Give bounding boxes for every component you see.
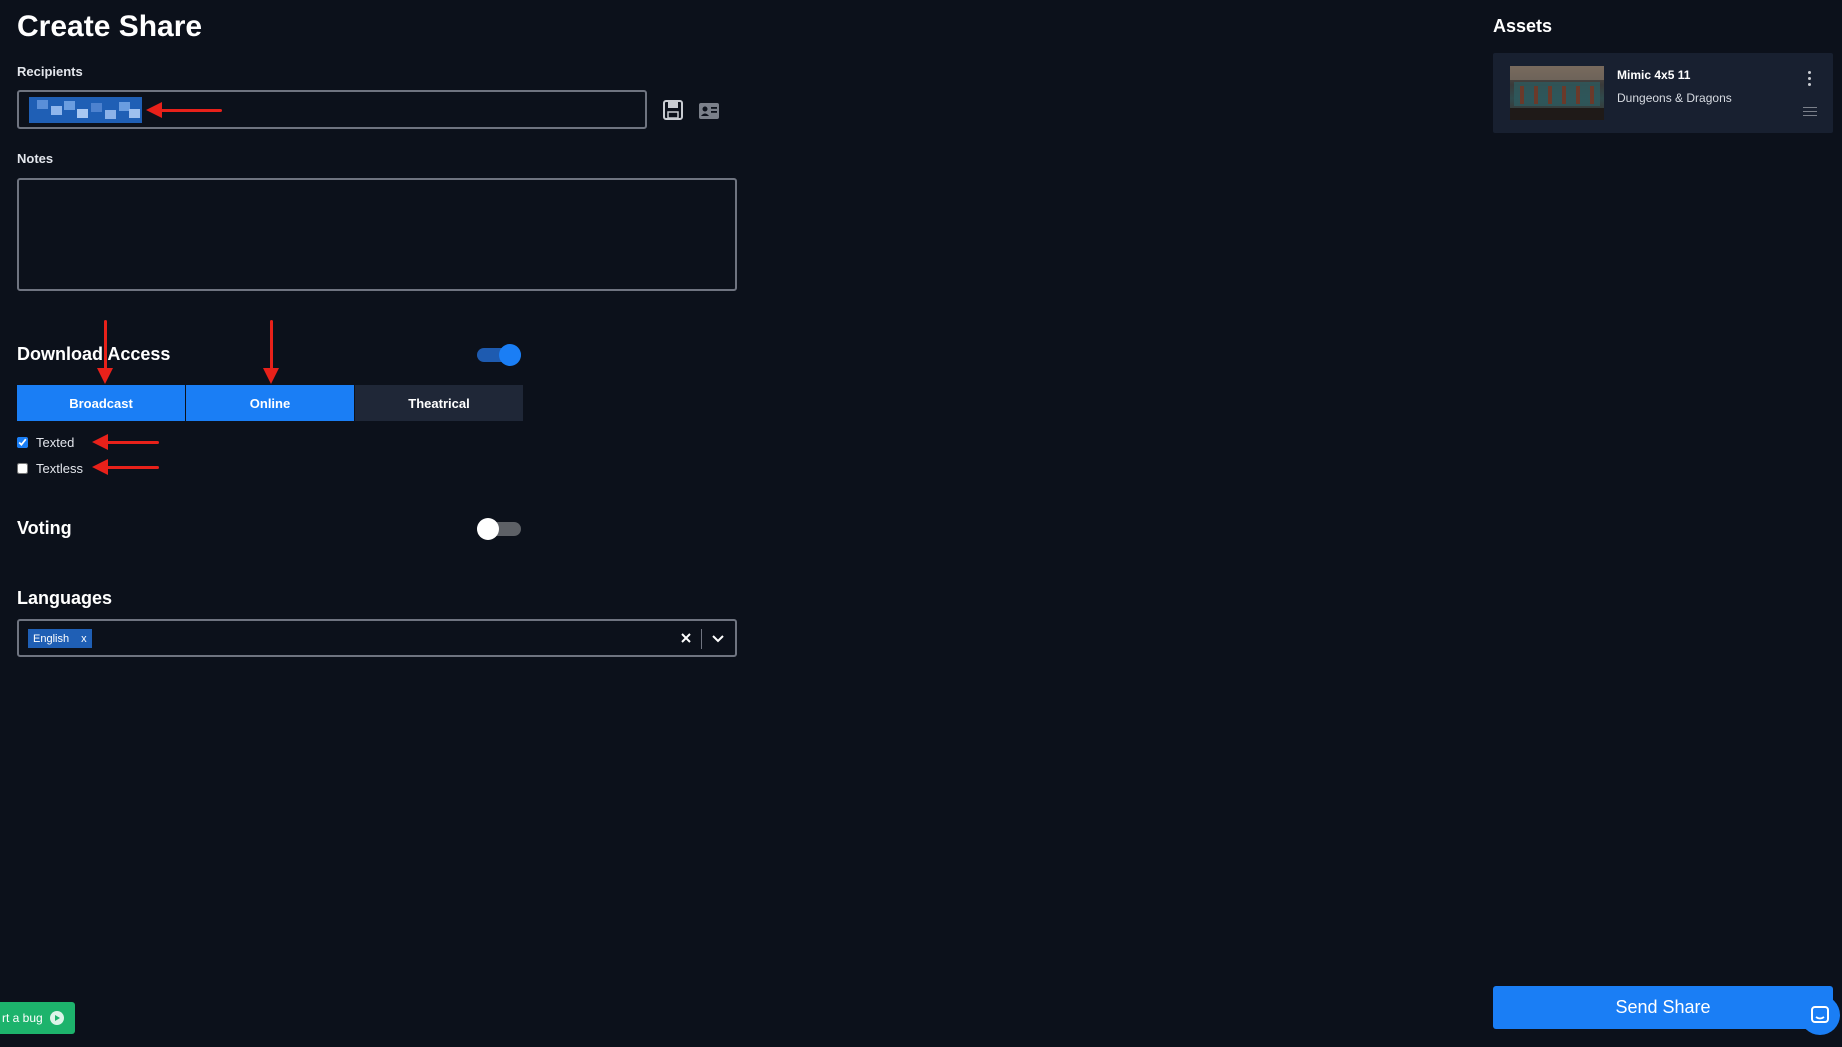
select-separator (701, 629, 702, 649)
contact-card-icon[interactable] (698, 100, 720, 122)
language-chip-remove-icon[interactable]: x (81, 633, 87, 645)
toggle-knob (499, 344, 521, 366)
more-options-icon[interactable] (1805, 71, 1813, 91)
voting-toggle[interactable] (477, 518, 521, 540)
option-textless[interactable]: Textless (17, 461, 83, 476)
drag-handle-icon[interactable] (1803, 107, 1817, 117)
create-share-page: Create Share Recipients Notes Download A… (0, 0, 1842, 1047)
chevron-down-icon[interactable] (709, 629, 727, 647)
asset-name: Mimic 4x5 11 (1617, 68, 1691, 82)
report-bug-button[interactable]: rt a bug (0, 1002, 75, 1034)
languages-title: Languages (17, 588, 113, 608)
download-access-toggle[interactable] (477, 344, 521, 366)
asset-subtitle: Dungeons & Dragons (1617, 91, 1732, 105)
assets-title: Assets (1493, 16, 1553, 36)
asset-thumbnail-art (1510, 66, 1604, 120)
page-title: Create Share (17, 10, 203, 43)
language-chip-label: English (33, 632, 70, 645)
send-share-button[interactable]: Send Share (1493, 986, 1833, 1029)
annotation-arrow-broadcast (97, 320, 113, 384)
annotation-arrow-textless (92, 459, 159, 475)
annotation-arrow-recipients (146, 102, 222, 118)
recipients-label: Recipients (17, 64, 83, 79)
notes-textarea[interactable] (17, 178, 737, 291)
asset-thumbnail (1510, 66, 1604, 120)
recipients-input[interactable] (17, 90, 647, 129)
texted-label: Texted (36, 435, 75, 450)
asset-card[interactable]: Mimic 4x5 11 Dungeons & Dragons (1493, 53, 1833, 133)
texted-checkbox[interactable] (17, 437, 28, 448)
download-access-segmented-control: Broadcast Online Theatrical (17, 385, 523, 421)
notes-label: Notes (17, 151, 54, 166)
languages-select[interactable]: English x (17, 619, 737, 657)
voting-title: Voting (17, 518, 72, 538)
save-icon[interactable] (662, 99, 684, 121)
record-icon (49, 1011, 64, 1025)
download-access-title: Download Access (17, 344, 171, 364)
textless-checkbox[interactable] (17, 463, 28, 474)
report-bug-label: rt a bug (2, 1011, 43, 1025)
clear-icon[interactable] (677, 629, 695, 647)
chat-widget-button[interactable] (1800, 995, 1840, 1035)
segment-broadcast[interactable]: Broadcast (17, 385, 185, 421)
toggle-knob (477, 518, 499, 540)
annotation-arrow-texted (92, 434, 159, 450)
annotation-arrow-online (263, 320, 279, 384)
chat-icon (1811, 1006, 1829, 1023)
option-texted[interactable]: Texted (17, 435, 74, 450)
language-chip-english: English x (28, 629, 92, 648)
segment-online[interactable]: Online (186, 385, 354, 421)
textless-label: Textless (36, 461, 83, 476)
segment-theatrical[interactable]: Theatrical (355, 385, 523, 421)
recipient-chip-redacted[interactable] (29, 97, 142, 123)
